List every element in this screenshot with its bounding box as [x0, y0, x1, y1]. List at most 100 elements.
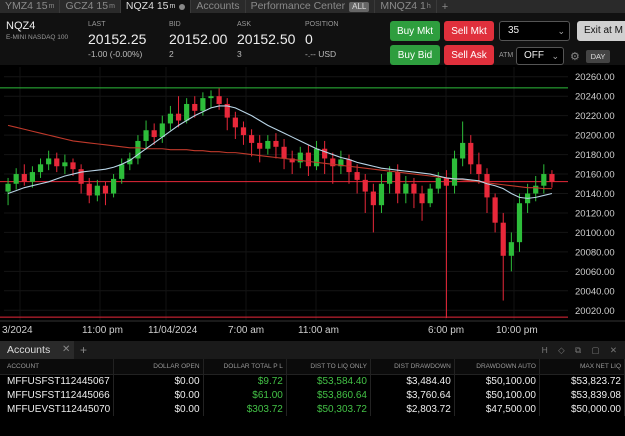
- table-header-row: ACCOUNT DOLLAR OPEN DOLLAR TOTAL P L DIS…: [0, 359, 625, 375]
- tab-gcz4[interactable]: GCZ4 15 m: [60, 0, 121, 13]
- column-header[interactable]: ACCOUNT: [0, 359, 115, 375]
- candle-body: [46, 158, 52, 165]
- candle-body: [516, 203, 523, 243]
- sell-market-button[interactable]: Sell Mkt: [444, 21, 494, 41]
- atm-select[interactable]: OFF ⌄: [516, 47, 564, 65]
- candle-body: [500, 222, 506, 256]
- position-pnl: -.-- USD: [305, 49, 337, 59]
- candle-body: [37, 164, 44, 173]
- table-row[interactable]: MFFUSFST112445067 $0.00 $9.72 $53,584.40…: [0, 374, 625, 388]
- gear-icon[interactable]: ⚙: [570, 50, 580, 63]
- tab-accounts[interactable]: Accounts: [191, 0, 246, 13]
- add-tab-icon[interactable]: +: [80, 341, 87, 359]
- candle-body: [443, 177, 450, 186]
- table-row[interactable]: MFFUSFST112445066 $0.00 $61.00 $53,860.6…: [0, 388, 625, 402]
- column-header[interactable]: DIST TO LIQ ONLY: [286, 359, 372, 375]
- y-tick-label: 20100.00: [575, 228, 615, 239]
- last-change: -1.00 (-0.00%): [88, 49, 143, 59]
- quantity-value: 35: [508, 25, 520, 36]
- add-tab-icon[interactable]: +: [437, 1, 453, 13]
- position-column: POSITION 0 -.-- USD: [305, 21, 338, 59]
- candle-body: [460, 142, 466, 159]
- tab-nqz4[interactable]: NQZ4 15 m: [120, 0, 192, 13]
- candle-body: [240, 127, 247, 136]
- candle-body: [541, 174, 547, 186]
- exit-at-market-button[interactable]: Exit at M: [577, 21, 625, 41]
- symbol[interactable]: NQZ4: [6, 20, 35, 32]
- candle-body: [476, 164, 482, 175]
- day-duration-button[interactable]: DAY: [586, 50, 610, 63]
- y-tick-label: 20220.00: [575, 111, 615, 122]
- ask-size: 3: [237, 49, 242, 59]
- account-id: MFFUSFST112445067: [0, 374, 115, 388]
- y-tick-label: 20260.00: [575, 72, 615, 83]
- accounts-table: ACCOUNT DOLLAR OPEN DOLLAR TOTAL P L DIS…: [0, 359, 625, 416]
- candle-body: [378, 183, 385, 206]
- column-header[interactable]: DOLLAR TOTAL P L: [203, 359, 287, 375]
- tab-label: YMZ4 15: [5, 0, 48, 12]
- tab-label: NQZ4 15: [125, 0, 169, 12]
- sell-ask-button[interactable]: Sell Ask: [444, 45, 494, 65]
- position-label: POSITION: [305, 21, 339, 28]
- candle-body: [362, 179, 368, 192]
- chevron-down-icon: ⌄: [551, 51, 559, 61]
- ask-value: 20152.50: [237, 31, 296, 47]
- column-header[interactable]: DRAWDOWN AUTO: [454, 359, 540, 375]
- dist-to-liq: $50,303.72: [286, 402, 372, 416]
- tab-label: Performance Center: [250, 0, 346, 12]
- tab-ymz4[interactable]: YMZ4 15 m: [0, 0, 61, 13]
- candle-body: [86, 183, 92, 196]
- chart-canvas[interactable]: 20248.5020152.2520013.00 20020.0020040.0…: [0, 65, 625, 341]
- candle-body: [54, 158, 60, 167]
- column-header[interactable]: MAX NET LIQ: [539, 359, 625, 375]
- account-id: MFFUSFST112445066: [0, 388, 115, 402]
- candle-body: [395, 172, 401, 194]
- candle-body: [151, 130, 157, 138]
- max-net-liq: $53,839.08: [539, 388, 625, 402]
- dollar-total-pl: $61.00: [203, 388, 287, 402]
- last-label: LAST: [88, 21, 106, 28]
- y-tick-label: 20040.00: [575, 286, 615, 297]
- dollar-open: $0.00: [113, 388, 204, 402]
- dist-drawdown: $3,760.64: [370, 388, 455, 402]
- dist-drawdown: $2,803.72: [370, 402, 455, 416]
- candle-body: [248, 135, 255, 143]
- bid-column: BID 20152.00 2: [169, 21, 227, 59]
- price-chart[interactable]: 20248.5020152.2520013.00 20020.0020040.0…: [0, 65, 625, 341]
- candle-body: [549, 174, 555, 182]
- tab-label: MNQZ4 1: [380, 0, 426, 12]
- column-header[interactable]: DOLLAR OPEN: [113, 359, 204, 375]
- atm-label: ATM: [499, 52, 514, 59]
- quantity-select[interactable]: 35 ⌄: [499, 21, 570, 41]
- candle-body: [208, 96, 214, 99]
- y-tick-label: 20060.00: [575, 267, 615, 278]
- candle-body: [232, 117, 238, 128]
- candle-body: [403, 183, 409, 194]
- candle-body: [184, 103, 190, 121]
- column-header[interactable]: DIST DRAWDOWN: [370, 359, 455, 375]
- close-icon[interactable]: ✕: [62, 341, 70, 359]
- buy-bid-button[interactable]: Buy Bid: [390, 45, 440, 65]
- candle-body: [484, 174, 490, 198]
- candle-body: [216, 96, 222, 104]
- tab-mnqz4[interactable]: MNQZ4 1h: [375, 0, 437, 13]
- bid-size: 2: [169, 49, 174, 59]
- candle-body: [62, 162, 68, 167]
- bid-value: 20152.00: [169, 31, 228, 47]
- dist-to-liq: $53,584.40: [286, 374, 372, 388]
- tab-performance-center[interactable]: Performance Center ALL: [246, 0, 376, 13]
- candle-body: [468, 142, 474, 165]
- table-row[interactable]: MFFUEVST112445070 $0.00 $303.72 $50,303.…: [0, 402, 625, 416]
- candle-body: [281, 146, 287, 159]
- close-dot-icon[interactable]: [179, 3, 186, 10]
- ask-label: ASK: [237, 21, 252, 28]
- candle-body: [451, 158, 458, 186]
- candle-body: [257, 142, 263, 149]
- panel-window-icons[interactable]: H ◇ ⧉ ▢ ✕: [542, 341, 621, 359]
- candle-body: [354, 172, 360, 180]
- candle-body: [305, 152, 312, 167]
- candle-body: [175, 113, 182, 121]
- candle-body: [70, 162, 76, 170]
- position-value: 0: [305, 31, 313, 47]
- buy-market-button[interactable]: Buy Mkt: [390, 21, 440, 41]
